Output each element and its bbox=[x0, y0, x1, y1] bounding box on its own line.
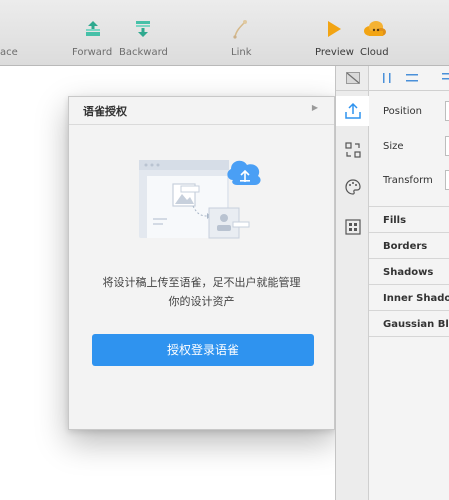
palette-icon bbox=[345, 179, 361, 195]
inner-shadows-section[interactable]: Inner Shado bbox=[383, 293, 449, 304]
backward-icon bbox=[136, 21, 150, 37]
inspector-panel: Position Size Transform Fills Borders Sh… bbox=[369, 66, 449, 500]
upload-icon bbox=[345, 102, 361, 119]
cloud-icon bbox=[364, 21, 386, 36]
shadows-section[interactable]: Shadows bbox=[383, 267, 433, 278]
description-line-1: 将设计稿上传至语雀，足不出户就能管理 bbox=[102, 276, 301, 289]
preview-button[interactable]: Preview bbox=[313, 0, 355, 66]
align-center-icon[interactable] bbox=[405, 72, 419, 84]
divider bbox=[369, 206, 449, 207]
position-x-field[interactable] bbox=[445, 101, 449, 121]
divider bbox=[369, 284, 449, 285]
tab-palette[interactable] bbox=[336, 172, 369, 202]
link-label: Link bbox=[231, 47, 252, 58]
backward-button[interactable]: Backward bbox=[119, 0, 168, 66]
preview-label: Preview bbox=[315, 47, 354, 58]
preview-play-icon bbox=[328, 21, 341, 37]
ruler-icon[interactable] bbox=[346, 72, 360, 84]
divider bbox=[369, 258, 449, 259]
tab-symbols[interactable] bbox=[336, 135, 369, 165]
align-toolbar bbox=[369, 66, 449, 91]
grid-icon bbox=[345, 219, 361, 235]
toolbar-partial-label[interactable]: ace bbox=[0, 47, 18, 58]
yuque-auth-popover: 语雀授权 ▶ 将设计稿上传至语雀，足不出户就能管理 你的设计资产 授权登录语雀 bbox=[68, 96, 335, 430]
tab-grid[interactable] bbox=[336, 212, 369, 242]
link-icon bbox=[233, 20, 247, 39]
forward-button[interactable]: Forward bbox=[72, 0, 114, 66]
borders-section[interactable]: Borders bbox=[383, 241, 427, 252]
transform-field[interactable] bbox=[445, 170, 449, 190]
position-label: Position bbox=[383, 106, 422, 117]
divider bbox=[369, 310, 449, 311]
tab-upload[interactable] bbox=[336, 96, 369, 126]
divider bbox=[369, 232, 449, 233]
strip-header bbox=[336, 66, 369, 91]
popover-header: 语雀授权 ▶ bbox=[69, 97, 334, 125]
link-button[interactable]: Link bbox=[229, 0, 251, 66]
cloud-label: Cloud bbox=[360, 47, 389, 58]
swap-components-icon bbox=[345, 142, 361, 158]
fills-section[interactable]: Fills bbox=[383, 215, 406, 226]
gaussian-blur-section[interactable]: Gaussian Bl bbox=[383, 319, 449, 330]
chevron-right-icon[interactable]: ▶ bbox=[312, 103, 318, 112]
transform-label: Transform bbox=[383, 175, 433, 186]
popover-description: 将设计稿上传至语雀，足不出户就能管理 你的设计资产 bbox=[83, 273, 320, 311]
inspector-tab-strip bbox=[335, 66, 369, 500]
cloud-button[interactable]: Cloud bbox=[360, 0, 390, 66]
forward-icon bbox=[86, 21, 100, 36]
divider bbox=[369, 336, 449, 337]
upload-illustration bbox=[139, 160, 261, 239]
size-label: Size bbox=[383, 141, 404, 152]
popover-title: 语雀授权 bbox=[83, 105, 127, 118]
forward-label: Forward bbox=[72, 47, 113, 58]
authorize-login-button[interactable]: 授权登录语雀 bbox=[92, 334, 314, 366]
toolbar: ace Forward Backward Link Preview Cloud bbox=[0, 0, 449, 66]
description-line-2: 你的设计资产 bbox=[168, 295, 235, 308]
align-top-icon[interactable] bbox=[441, 72, 449, 84]
backward-label: Backward bbox=[119, 47, 168, 58]
align-left-icon[interactable] bbox=[381, 72, 395, 84]
size-width-field[interactable] bbox=[445, 136, 449, 156]
